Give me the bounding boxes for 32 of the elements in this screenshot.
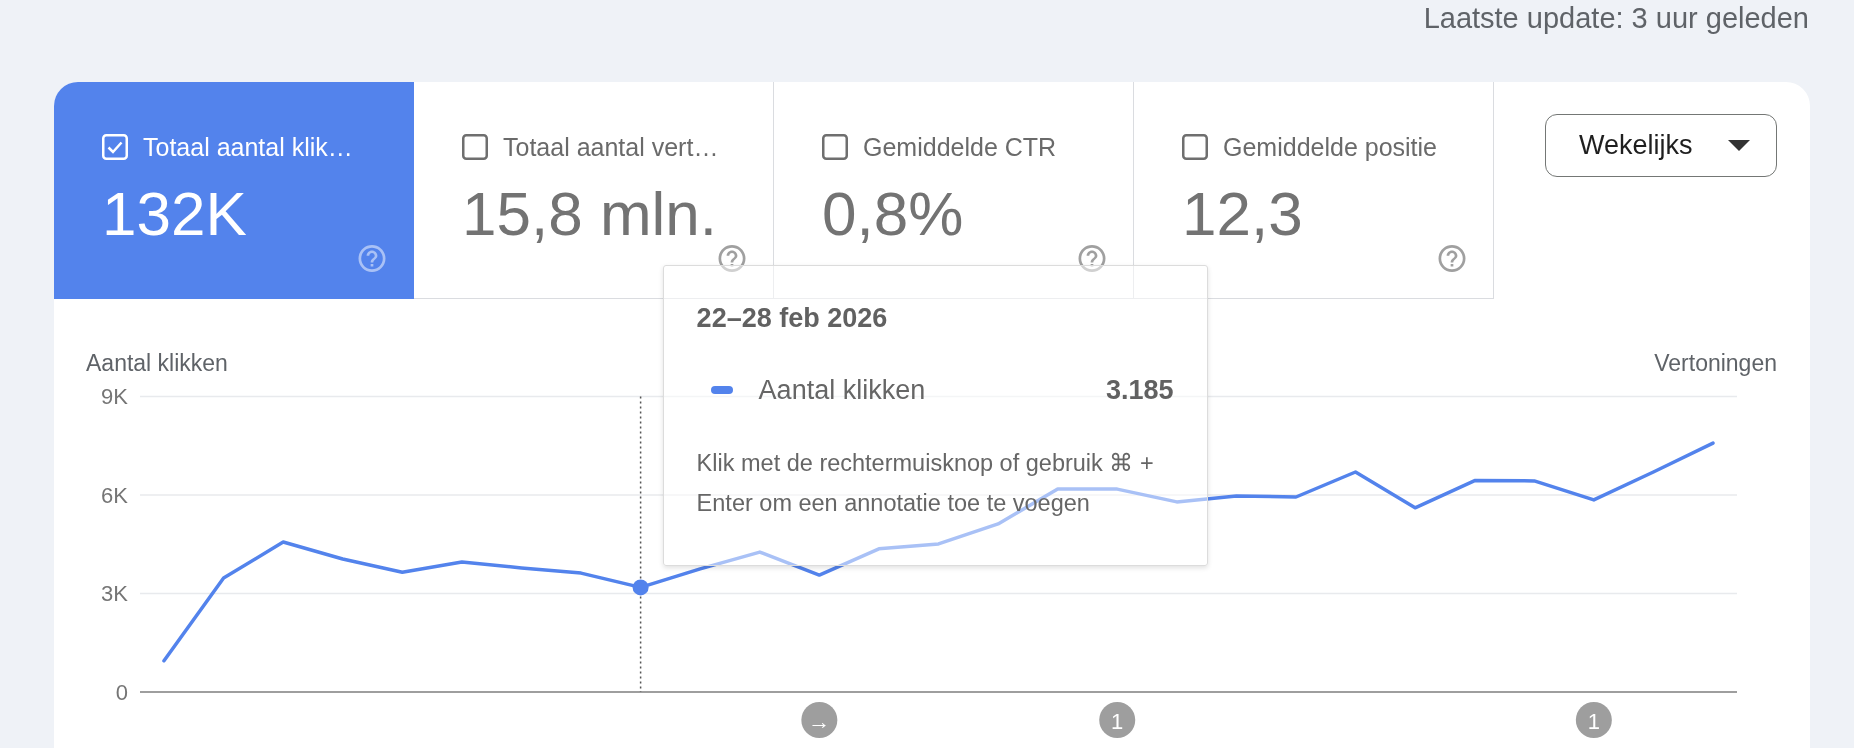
metric-tab[interactable]: Gemiddelde positie 12,3 bbox=[1134, 82, 1494, 299]
last-update-text: Laatste update: 3 uur geleden bbox=[1423, 1, 1809, 36]
checkbox[interactable] bbox=[462, 134, 488, 160]
caret-icon bbox=[1728, 140, 1750, 151]
series-value: 3.185 bbox=[1106, 376, 1174, 404]
help-icon[interactable] bbox=[1438, 245, 1466, 272]
help-icon[interactable] bbox=[1078, 245, 1106, 272]
metric-tab[interactable]: Totaal aantal vert… 15,8 mln. bbox=[414, 82, 774, 299]
metric-value: 15,8 mln. bbox=[462, 183, 718, 245]
series-name: Aantal klikken bbox=[758, 376, 926, 404]
y-tick-label: 9K bbox=[101, 384, 128, 409]
metric-value: 0,8% bbox=[822, 183, 964, 245]
metric-value: 12,3 bbox=[1182, 183, 1303, 245]
hover-point-marker bbox=[632, 579, 649, 596]
y-tick-label: 3K bbox=[101, 581, 128, 606]
help-icon[interactable] bbox=[718, 245, 746, 272]
checkbox[interactable] bbox=[1182, 134, 1208, 160]
metric-label: Gemiddelde CTR bbox=[863, 133, 1057, 161]
y-axis-title: Aantal klikken bbox=[86, 349, 228, 377]
y-axis-title: Vertoningen bbox=[1654, 349, 1777, 377]
help-icon[interactable] bbox=[358, 245, 386, 272]
period-dropdown[interactable]: Wekelijks bbox=[1545, 114, 1777, 177]
metric-label: Totaal aantal vert… bbox=[503, 133, 719, 161]
checkbox[interactable] bbox=[822, 134, 848, 160]
tooltip-date: 22–28 feb 2026 bbox=[696, 304, 889, 332]
metric-label: Totaal aantal klik… bbox=[143, 133, 353, 161]
y-tick-label: 6K bbox=[101, 482, 128, 508]
y-tick-label: 0 bbox=[115, 679, 128, 705]
metric-tab[interactable]: Totaal aantal klik… 132K bbox=[54, 82, 414, 299]
metric-label: Gemiddelde positie bbox=[1223, 133, 1437, 161]
metric-tab[interactable]: Gemiddelde CTR 0,8% bbox=[774, 82, 1134, 299]
metric-value: 132K bbox=[102, 183, 247, 245]
